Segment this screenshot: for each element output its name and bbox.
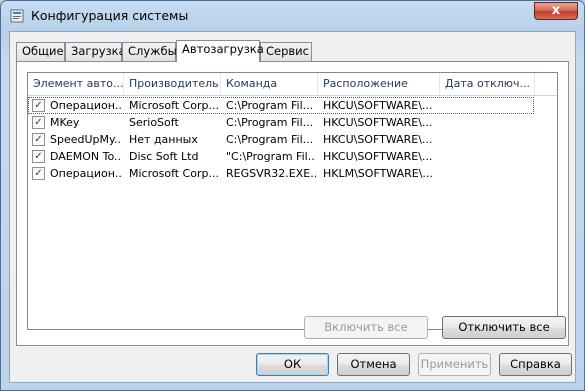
column-header-location[interactable]: Расположение [318,73,440,95]
row-checkbox[interactable]: ✓ [32,150,45,163]
window-title: Конфигурация системы [31,8,189,23]
startup-items-list[interactable]: Элемент авто... Производитель Команда Ра… [27,72,558,330]
table-row[interactable]: ✓ DAEMON To... Disc Soft Ltd "C:\Program… [28,148,557,165]
cell-manufacturer: Disc Soft Ltd [129,150,199,163]
tab-startup[interactable]: Автозагрузка [176,40,264,62]
cell-location: HKCU\SOFTWARE\... [323,116,433,129]
cell-item: Операцион... [50,167,122,180]
table-row[interactable]: ✓ SpeedUpMy... Нет данных C:\Program Fil… [28,131,557,148]
cell-command: C:\Program Fil... [226,116,314,129]
list-header: Элемент авто... Производитель Команда Ра… [28,73,557,96]
dialog-client-area: Общие Загрузка Службы Автозагрузка Серви… [9,31,576,383]
table-row[interactable]: ✓ MKey SerioSoft C:\Program Fil... HKCU\… [28,114,557,131]
title-bar[interactable]: Конфигурация системы x [1,1,584,31]
cell-location: HKCU\SOFTWARE\... [323,99,433,112]
cell-manufacturer: SerioSoft [129,116,179,129]
column-header-command[interactable]: Команда [221,73,318,95]
tab-services[interactable]: Службы [122,42,177,61]
column-header-item[interactable]: Элемент авто... [28,73,124,95]
close-icon: x [551,3,561,18]
tab-tools[interactable]: Сервис [260,42,312,61]
cell-command: C:\Program Fil... [226,133,314,146]
tab-boot[interactable]: Загрузка [65,42,126,61]
disable-all-button[interactable]: Отключить все [442,316,566,339]
cell-item: DAEMON To... [50,150,122,163]
column-header-date-disabled[interactable]: Дата отключ... [440,73,535,95]
column-header-manufacturer[interactable]: Производитель [124,73,221,95]
system-config-window: Конфигурация системы x Общие Загрузка Сл… [0,0,585,391]
cell-item: MKey [50,116,80,129]
apply-button[interactable]: Применить [418,353,491,376]
table-row[interactable]: ✓ Операцион... Microsoft Corp... REGSVR3… [28,165,557,182]
startup-tab-panel: Элемент авто... Производитель Команда Ра… [16,61,569,346]
help-button[interactable]: Справка [499,353,572,376]
row-checkbox[interactable]: ✓ [32,167,45,180]
cell-command: "C:\Program Fil... [226,150,316,163]
row-checkbox[interactable]: ✓ [32,99,45,112]
cell-item: SpeedUpMy... [50,133,122,146]
cell-location: HKLM\SOFTWARE\... [323,167,433,180]
msconfig-app-icon [10,9,24,23]
tab-general[interactable]: Общие [16,42,65,61]
row-checkbox[interactable]: ✓ [32,133,45,146]
table-row[interactable]: ✓ Операцион... Microsoft Corp... C:\Prog… [28,97,534,114]
cell-manufacturer: Microsoft Corp... [129,167,219,180]
row-checkbox[interactable]: ✓ [32,116,45,129]
enable-all-button[interactable]: Включить все [304,316,428,339]
cell-command: C:\Program Fil... [226,99,314,112]
cell-item: Операцион... [50,99,122,112]
close-button[interactable]: x [534,2,578,20]
cell-manufacturer: Нет данных [129,133,198,146]
ok-button[interactable]: ОК [256,353,329,376]
cell-command: REGSVR32.EXE... [226,167,316,180]
cell-manufacturer: Microsoft Corp... [129,99,219,112]
cancel-button[interactable]: Отмена [337,353,410,376]
cell-location: HKCU\SOFTWARE\... [323,133,433,146]
cell-location: HKCU\SOFTWARE\... [323,150,433,163]
